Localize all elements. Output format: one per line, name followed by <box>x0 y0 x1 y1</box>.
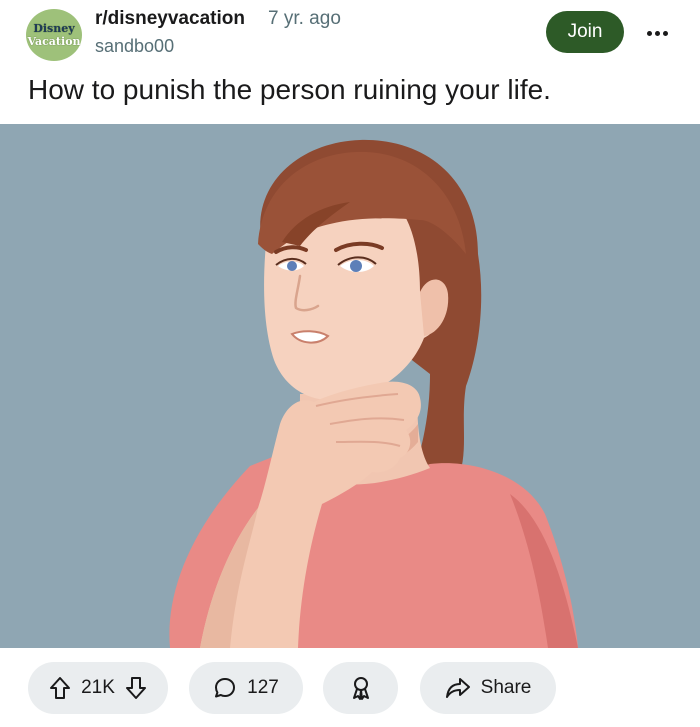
post-title[interactable]: How to punish the person ruining your li… <box>28 74 551 106</box>
post-age: 7 yr. ago <box>268 8 341 29</box>
post-header: Disney Vacation r/disneyvacation 7 yr. a… <box>0 0 700 70</box>
post-action-bar: 21K 127 Share <box>0 648 700 727</box>
comment-count: 127 <box>247 677 279 698</box>
comment-icon <box>213 676 237 700</box>
avatar-text-line-2: Vacation <box>27 35 81 48</box>
woman-illustration <box>0 124 700 648</box>
vote-count: 21K <box>81 677 115 698</box>
more-icon[interactable] <box>640 18 674 48</box>
share-button[interactable]: Share <box>420 662 556 714</box>
share-icon <box>445 677 471 699</box>
subreddit-link[interactable]: r/disneyvacation <box>95 8 245 30</box>
subreddit-avatar[interactable]: Disney Vacation <box>26 9 82 61</box>
award-button[interactable] <box>323 662 398 714</box>
join-button[interactable]: Join <box>546 11 624 53</box>
award-icon <box>349 675 373 701</box>
share-label: Share <box>480 677 532 698</box>
author-link[interactable]: sandbo00 <box>95 36 174 57</box>
vote-control: 21K <box>28 662 168 714</box>
upvote-icon[interactable] <box>49 676 71 700</box>
avatar-text-line-1: Disney <box>33 22 75 35</box>
comments-button[interactable]: 127 <box>189 662 303 714</box>
post-image[interactable] <box>0 124 700 648</box>
downvote-icon[interactable] <box>125 676 147 700</box>
